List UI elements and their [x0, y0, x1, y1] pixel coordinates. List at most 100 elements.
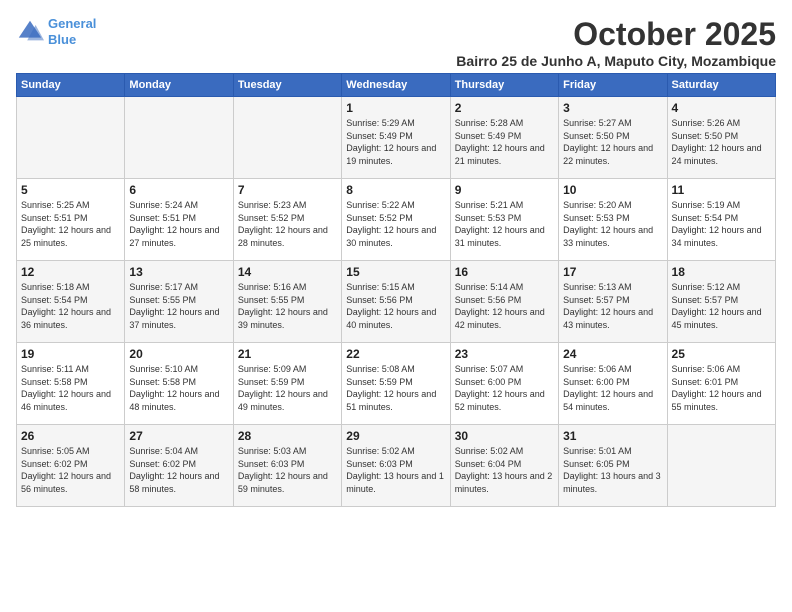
day-info: Sunrise: 5:13 AMSunset: 5:57 PMDaylight:… — [563, 281, 662, 331]
calendar-cell — [17, 97, 125, 179]
calendar-cell: 24 Sunrise: 5:06 AMSunset: 6:00 PMDayligh… — [559, 343, 667, 425]
calendar-cell: 19Sunrise: 5:11 AMSunset: 5:58 PMDayligh… — [17, 343, 125, 425]
day-info: Sunrise: 5:10 AMSunset: 5:58 PMDaylight:… — [129, 363, 228, 413]
calendar-week-row: 26 Sunrise: 5:05 AMSunset: 6:02 PMDayligh… — [17, 425, 776, 507]
calendar-cell: 23 Sunrise: 5:07 AMSunset: 6:00 PMDayligh… — [450, 343, 558, 425]
calendar-cell: 7 Sunrise: 5:23 AMSunset: 5:52 PMDaylight… — [233, 179, 341, 261]
day-info: Sunrise: 5:24 AMSunset: 5:51 PMDaylight:… — [129, 199, 228, 249]
day-info: Sunrise: 5:16 AMSunset: 5:55 PMDaylight:… — [238, 281, 337, 331]
calendar-cell: 3 Sunrise: 5:27 AMSunset: 5:50 PMDaylight… — [559, 97, 667, 179]
day-number: 25 — [672, 347, 771, 361]
day-info: Sunrise: 5:26 AMSunset: 5:50 PMDaylight:… — [672, 117, 771, 167]
calendar-cell: 1 Sunrise: 5:29 AMSunset: 5:49 PMDaylight… — [342, 97, 450, 179]
day-number: 11 — [672, 183, 771, 197]
day-number: 26 — [21, 429, 120, 443]
day-number: 7 — [238, 183, 337, 197]
day-info: Sunrise: 5:04 AMSunset: 6:02 PMDaylight:… — [129, 445, 228, 495]
day-number: 6 — [129, 183, 228, 197]
day-number: 24 — [563, 347, 662, 361]
calendar-cell: 6 Sunrise: 5:24 AMSunset: 5:51 PMDaylight… — [125, 179, 233, 261]
calendar-cell: 16Sunrise: 5:14 AMSunset: 5:56 PMDayligh… — [450, 261, 558, 343]
month-title: October 2025 — [456, 16, 776, 53]
day-number: 12 — [21, 265, 120, 279]
day-info: Sunrise: 5:29 AMSunset: 5:49 PMDaylight:… — [346, 117, 445, 167]
calendar-cell: 26 Sunrise: 5:05 AMSunset: 6:02 PMDayligh… — [17, 425, 125, 507]
weekday-header-friday: Friday — [559, 74, 667, 97]
day-number: 19 — [21, 347, 120, 361]
day-number: 13 — [129, 265, 228, 279]
calendar-cell: 22Sunrise: 5:08 AMSunset: 5:59 PMDayligh… — [342, 343, 450, 425]
calendar-cell: 14Sunrise: 5:16 AMSunset: 5:55 PMDayligh… — [233, 261, 341, 343]
day-info: Sunrise: 5:01 AMSunset: 6:05 PMDaylight:… — [563, 445, 662, 495]
calendar-subtitle: Bairro 25 de Junho A, Maputo City, Mozam… — [456, 53, 776, 69]
calendar-cell — [233, 97, 341, 179]
day-info: Sunrise: 5:05 AMSunset: 6:02 PMDaylight:… — [21, 445, 120, 495]
day-number: 23 — [455, 347, 554, 361]
weekday-header-row: SundayMondayTuesdayWednesdayThursdayFrid… — [17, 74, 776, 97]
calendar-cell: 5 Sunrise: 5:25 AMSunset: 5:51 PMDaylight… — [17, 179, 125, 261]
day-number: 1 — [346, 101, 445, 115]
day-number: 3 — [563, 101, 662, 115]
day-info: Sunrise: 5:07 AMSunset: 6:00 PMDaylight:… — [455, 363, 554, 413]
calendar-cell: 9 Sunrise: 5:21 AMSunset: 5:53 PMDaylight… — [450, 179, 558, 261]
day-number: 18 — [672, 265, 771, 279]
day-info: Sunrise: 5:19 AMSunset: 5:54 PMDaylight:… — [672, 199, 771, 249]
weekday-header-thursday: Thursday — [450, 74, 558, 97]
calendar-cell: 18 Sunrise: 5:12 AMSunset: 5:57 PMDayligh… — [667, 261, 775, 343]
day-number: 2 — [455, 101, 554, 115]
calendar-cell: 12 Sunrise: 5:18 AMSunset: 5:54 PMDayligh… — [17, 261, 125, 343]
calendar-cell: 27 Sunrise: 5:04 AMSunset: 6:02 PMDayligh… — [125, 425, 233, 507]
day-number: 9 — [455, 183, 554, 197]
calendar-table: SundayMondayTuesdayWednesdayThursdayFrid… — [16, 73, 776, 507]
day-info: Sunrise: 5:21 AMSunset: 5:53 PMDaylight:… — [455, 199, 554, 249]
calendar-cell: 4 Sunrise: 5:26 AMSunset: 5:50 PMDaylight… — [667, 97, 775, 179]
weekday-header-tuesday: Tuesday — [233, 74, 341, 97]
page-header: General Blue October 2025 Bairro 25 de J… — [16, 16, 776, 69]
weekday-header-monday: Monday — [125, 74, 233, 97]
calendar-cell — [125, 97, 233, 179]
weekday-header-sunday: Sunday — [17, 74, 125, 97]
day-number: 8 — [346, 183, 445, 197]
day-info: Sunrise: 5:15 AMSunset: 5:56 PMDaylight:… — [346, 281, 445, 331]
calendar-cell: 15 Sunrise: 5:15 AMSunset: 5:56 PMDayligh… — [342, 261, 450, 343]
day-info: Sunrise: 5:27 AMSunset: 5:50 PMDaylight:… — [563, 117, 662, 167]
calendar-cell — [667, 425, 775, 507]
calendar-cell: 28 Sunrise: 5:03 AMSunset: 6:03 PMDayligh… — [233, 425, 341, 507]
calendar-cell: 17Sunrise: 5:13 AMSunset: 5:57 PMDayligh… — [559, 261, 667, 343]
calendar-week-row: 1 Sunrise: 5:29 AMSunset: 5:49 PMDaylight… — [17, 97, 776, 179]
day-number: 15 — [346, 265, 445, 279]
day-number: 31 — [563, 429, 662, 443]
day-info: Sunrise: 5:14 AMSunset: 5:56 PMDaylight:… — [455, 281, 554, 331]
calendar-cell: 8Sunrise: 5:22 AMSunset: 5:52 PMDaylight… — [342, 179, 450, 261]
day-info: Sunrise: 5:02 AMSunset: 6:04 PMDaylight:… — [455, 445, 554, 495]
day-info: Sunrise: 5:06 AMSunset: 6:00 PMDaylight:… — [563, 363, 662, 413]
calendar-cell: 21 Sunrise: 5:09 AMSunset: 5:59 PMDayligh… — [233, 343, 341, 425]
calendar-cell: 29Sunrise: 5:02 AMSunset: 6:03 PMDayligh… — [342, 425, 450, 507]
day-info: Sunrise: 5:28 AMSunset: 5:49 PMDaylight:… — [455, 117, 554, 167]
calendar-week-row: 5 Sunrise: 5:25 AMSunset: 5:51 PMDaylight… — [17, 179, 776, 261]
day-number: 4 — [672, 101, 771, 115]
calendar-cell: 10Sunrise: 5:20 AMSunset: 5:53 PMDayligh… — [559, 179, 667, 261]
day-info: Sunrise: 5:06 AMSunset: 6:01 PMDaylight:… — [672, 363, 771, 413]
day-info: Sunrise: 5:12 AMSunset: 5:57 PMDaylight:… — [672, 281, 771, 331]
day-number: 10 — [563, 183, 662, 197]
logo-text: General Blue — [48, 16, 96, 47]
day-info: Sunrise: 5:23 AMSunset: 5:52 PMDaylight:… — [238, 199, 337, 249]
day-info: Sunrise: 5:09 AMSunset: 5:59 PMDaylight:… — [238, 363, 337, 413]
day-number: 27 — [129, 429, 228, 443]
day-number: 20 — [129, 347, 228, 361]
logo: General Blue — [16, 16, 96, 47]
day-number: 28 — [238, 429, 337, 443]
calendar-cell: 30Sunrise: 5:02 AMSunset: 6:04 PMDayligh… — [450, 425, 558, 507]
day-info: Sunrise: 5:17 AMSunset: 5:55 PMDaylight:… — [129, 281, 228, 331]
calendar-cell: 2 Sunrise: 5:28 AMSunset: 5:49 PMDaylight… — [450, 97, 558, 179]
day-number: 21 — [238, 347, 337, 361]
calendar-week-row: 19Sunrise: 5:11 AMSunset: 5:58 PMDayligh… — [17, 343, 776, 425]
day-info: Sunrise: 5:18 AMSunset: 5:54 PMDaylight:… — [21, 281, 120, 331]
logo-icon — [16, 18, 44, 46]
day-info: Sunrise: 5:08 AMSunset: 5:59 PMDaylight:… — [346, 363, 445, 413]
day-info: Sunrise: 5:02 AMSunset: 6:03 PMDaylight:… — [346, 445, 445, 495]
day-info: Sunrise: 5:25 AMSunset: 5:51 PMDaylight:… — [21, 199, 120, 249]
day-info: Sunrise: 5:03 AMSunset: 6:03 PMDaylight:… — [238, 445, 337, 495]
day-number: 5 — [21, 183, 120, 197]
